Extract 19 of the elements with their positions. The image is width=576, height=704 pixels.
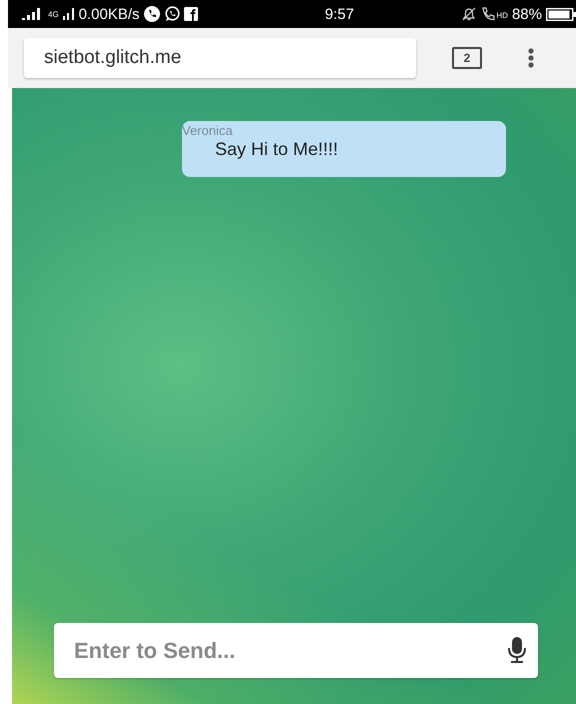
message-input[interactable]: Enter to Send...	[54, 623, 538, 678]
sender-name: Veronica	[182, 123, 233, 138]
battery-icon	[546, 8, 576, 20]
battery-percent: 88%	[512, 6, 542, 22]
call-quality: HD	[496, 10, 508, 20]
square-icon	[184, 7, 198, 21]
data-rate: 0.00KB/s	[78, 6, 140, 22]
phone-icon	[481, 7, 496, 21]
microphone-icon[interactable]	[508, 637, 526, 663]
chat-icon	[164, 6, 180, 22]
tab-count-button[interactable]: 2	[452, 47, 482, 69]
menu-icon[interactable]	[528, 48, 534, 68]
message-text: Say Hi to Me!!!!	[215, 139, 338, 160]
clock: 9:57	[324, 6, 354, 22]
muted-bell-icon	[461, 6, 478, 22]
network-type: 4G	[48, 10, 59, 18]
signal-icon	[62, 8, 75, 20]
phone-icon	[144, 6, 160, 22]
address-bar[interactable]: sietbot.glitch.me	[24, 38, 416, 78]
